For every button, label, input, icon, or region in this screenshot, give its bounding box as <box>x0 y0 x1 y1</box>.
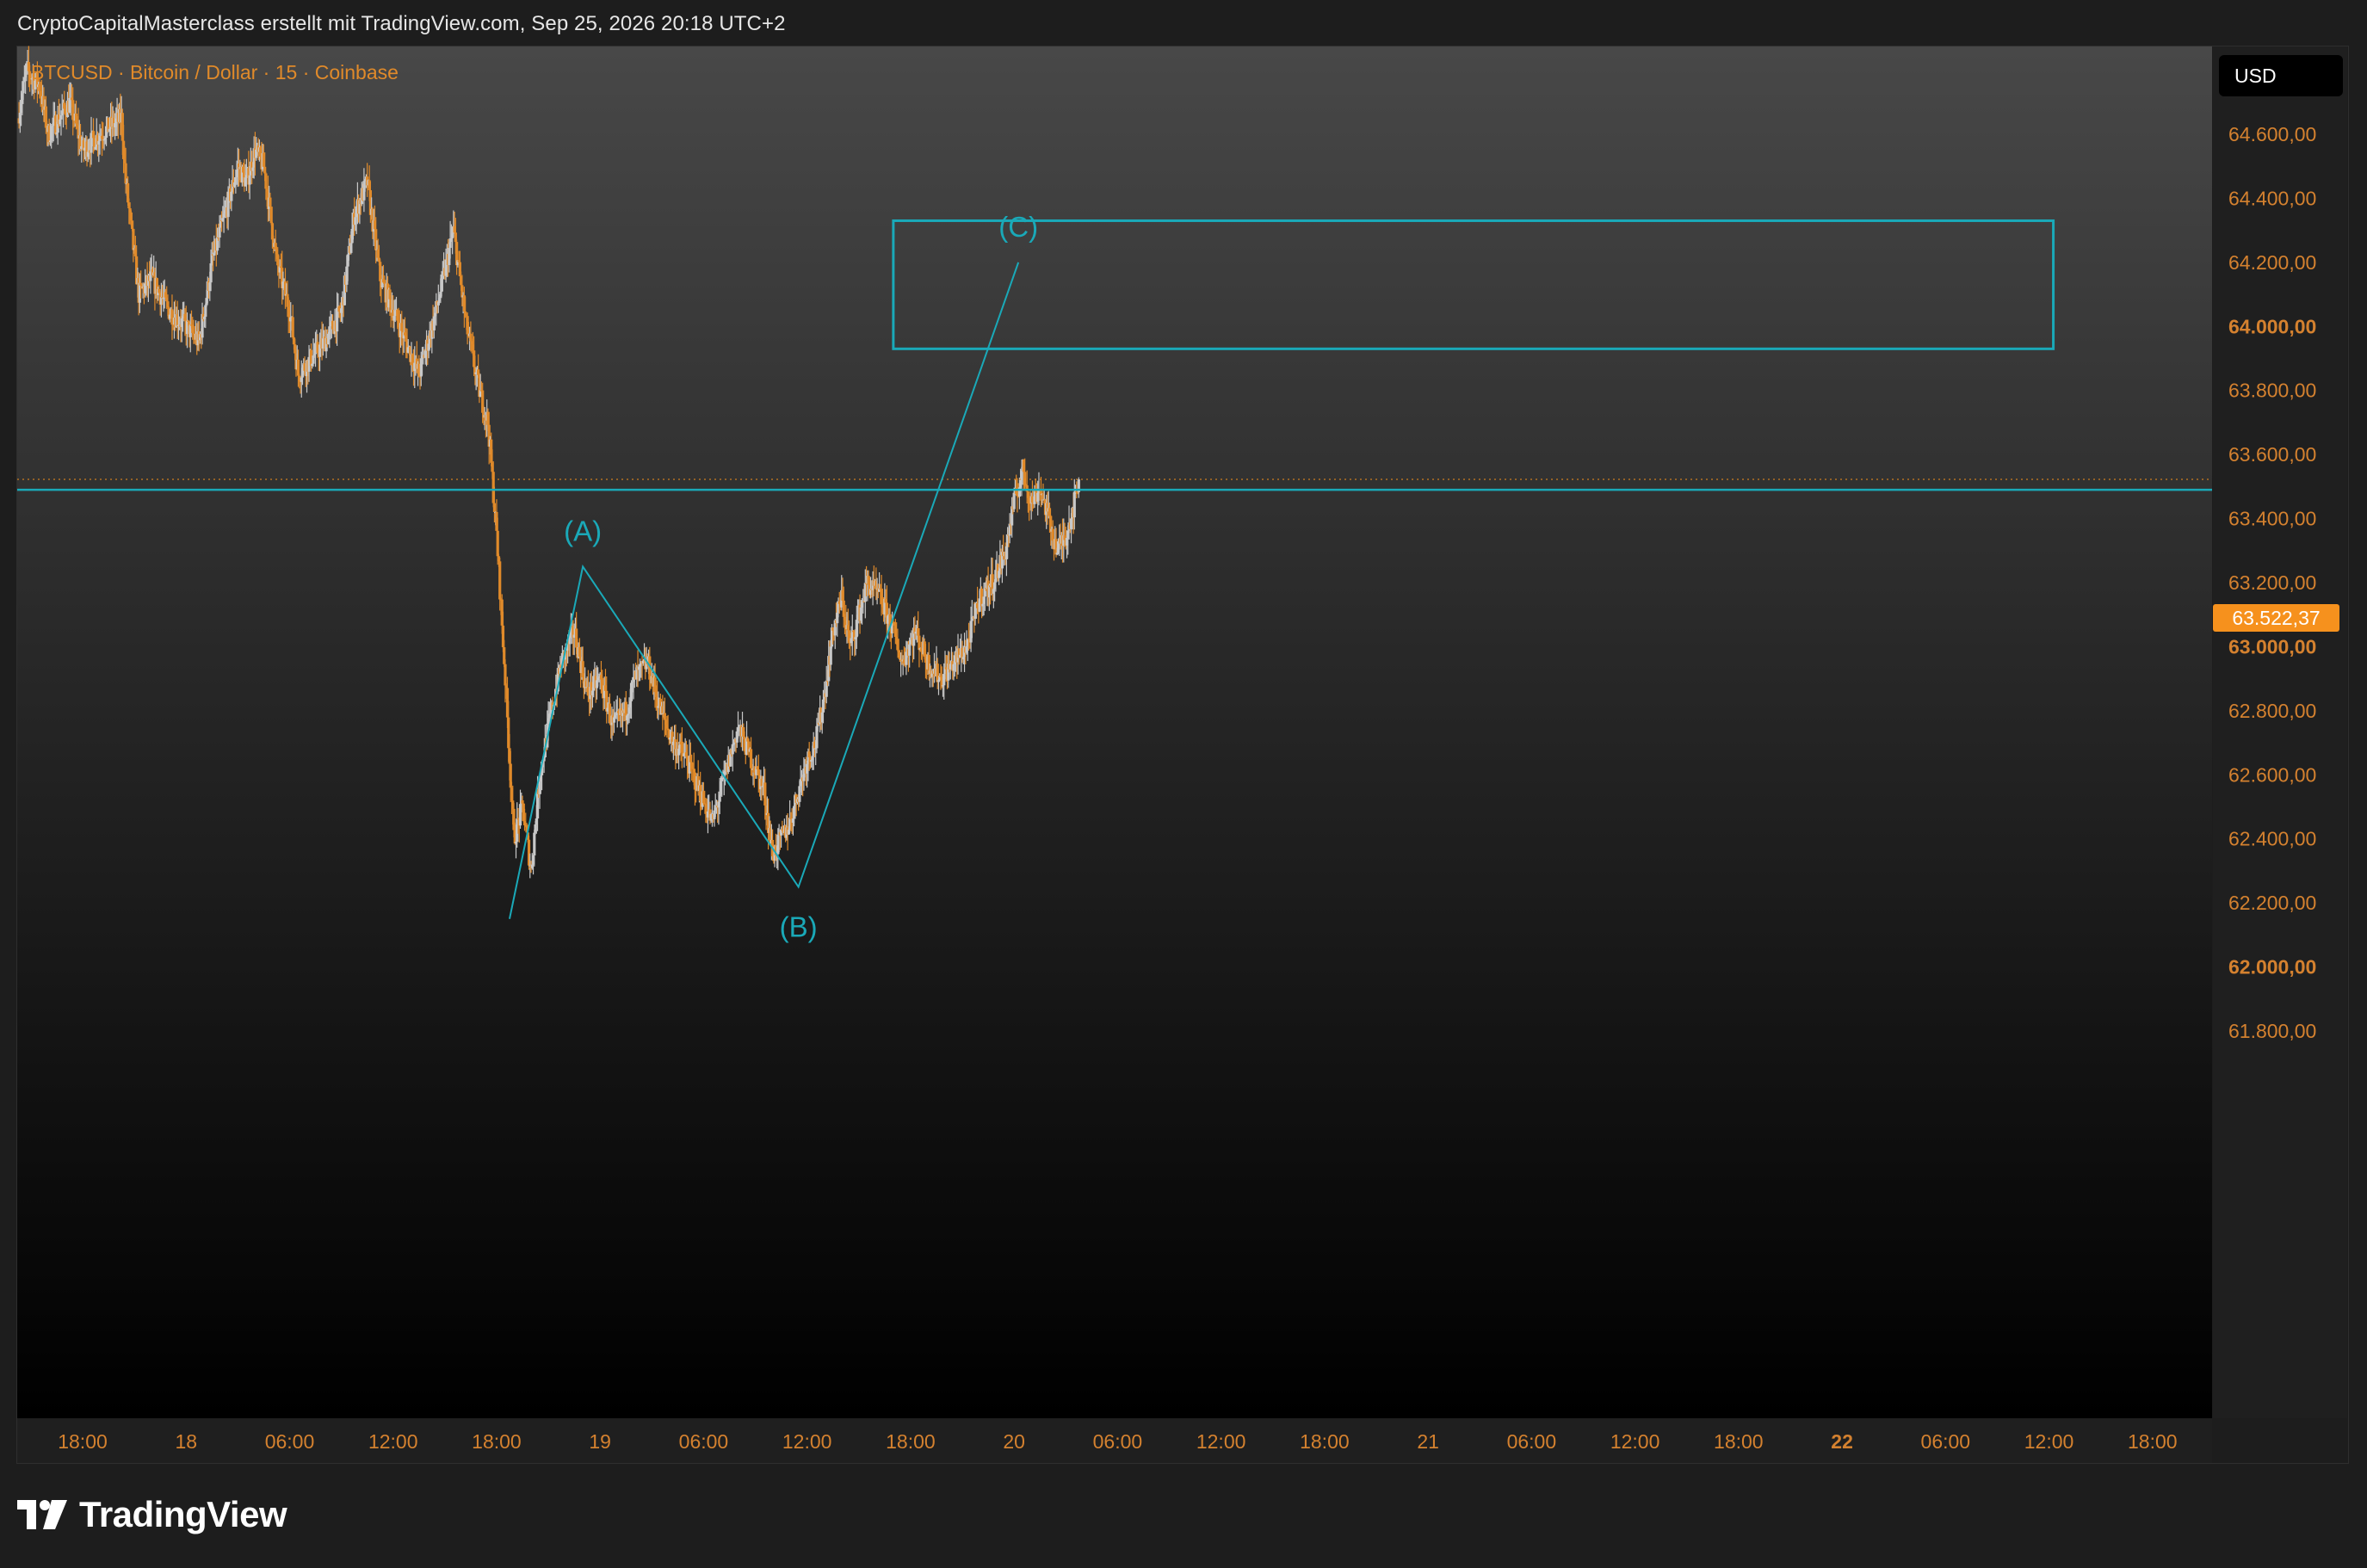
time-tick-label: 18:00 <box>472 1430 522 1453</box>
time-tick-label: 12:00 <box>782 1430 832 1453</box>
candle-body <box>291 317 294 338</box>
price-tick-label: 62.400,00 <box>2228 828 2316 850</box>
price-tick-label: 62.200,00 <box>2228 892 2316 914</box>
price-tick-label: 63.600,00 <box>2228 443 2316 466</box>
time-tick-label: 06:00 <box>679 1430 729 1453</box>
price-tick-label: 62.600,00 <box>2228 763 2316 786</box>
price-axis: 64.600,00 64.400,00 64.200,00 64.000,00 63.8… <box>2228 123 2316 1042</box>
price-tick-label: 62.800,00 <box>2228 700 2316 722</box>
candle-body <box>1072 491 1076 518</box>
candle-body <box>264 173 268 189</box>
candle-body <box>349 243 353 253</box>
time-tick-label: 12:00 <box>2024 1430 2074 1453</box>
price-tick-label: 64.600,00 <box>2228 123 2316 145</box>
price-tick-label: 63.400,00 <box>2228 508 2316 530</box>
candle-body <box>731 744 734 755</box>
time-tick-label: 18:00 <box>1714 1430 1764 1453</box>
candle-body <box>521 800 524 804</box>
time-tick-label: 06:00 <box>1921 1430 1971 1453</box>
candle-body <box>131 220 134 229</box>
candle-body <box>248 175 251 185</box>
time-tick-label: 18:00 <box>886 1430 936 1453</box>
candle-body <box>1051 528 1054 541</box>
candle-body <box>218 227 221 238</box>
candle-body <box>296 359 300 376</box>
candle-body <box>209 262 213 283</box>
time-tick-label: 18 <box>175 1430 197 1453</box>
time-tick-label: 18:00 <box>2128 1430 2178 1453</box>
time-tick-label: 21 <box>1417 1430 1439 1453</box>
price-tick-label: 64.000,00 <box>2228 315 2316 337</box>
time-tick-label: 12:00 <box>1610 1430 1660 1453</box>
candle-body <box>757 769 760 776</box>
candle-body <box>1012 492 1016 509</box>
tradingview-wordmark: TradingView <box>79 1494 287 1534</box>
time-tick-label: 12:00 <box>368 1430 418 1453</box>
time-tick-label: 19 <box>589 1430 611 1453</box>
chart-canvas[interactable]: (A)(B)(C) 64.600,0064.400,0064.200,0064.… <box>0 0 2367 1568</box>
price-tick-label: 63.000,00 <box>2228 635 2316 657</box>
candle-body <box>59 114 63 120</box>
wave-label: (A) <box>564 515 602 546</box>
time-tick-label: 12:00 <box>1196 1430 1246 1453</box>
time-tick-label: 06:00 <box>265 1430 315 1453</box>
candle-body <box>908 644 912 656</box>
time-tick-label: 18:00 <box>1300 1430 1350 1453</box>
time-tick-label: 20 <box>1003 1430 1025 1453</box>
candle-body <box>1023 472 1027 485</box>
candle-body <box>129 212 133 221</box>
candle-body <box>498 561 502 600</box>
candle-body <box>533 832 536 856</box>
time-tick-label: 06:00 <box>1507 1430 1557 1453</box>
price-tick-label: 61.800,00 <box>2228 1020 2316 1042</box>
last-price-tag: 63.522,37 <box>2213 604 2339 632</box>
price-tick-label: 63.800,00 <box>2228 380 2316 402</box>
candle-body <box>22 81 25 94</box>
currency-button[interactable]: USD <box>2219 55 2343 96</box>
price-tick-label: 63.200,00 <box>2228 571 2316 594</box>
price-tick-label: 64.400,00 <box>2228 187 2316 209</box>
candle-body <box>269 197 272 207</box>
price-tick-label: 62.000,00 <box>2228 956 2316 978</box>
time-tick-label: 22 <box>1831 1430 1853 1453</box>
time-tick-label: 06:00 <box>1093 1430 1143 1453</box>
candle-body <box>496 530 499 557</box>
wave-label: (C) <box>998 211 1038 243</box>
tradingview-logo[interactable]: TradingView <box>17 1494 287 1535</box>
chart-background <box>17 46 2212 1418</box>
tradingview-logo-icon <box>17 1500 67 1529</box>
candle-body <box>663 713 666 720</box>
price-tick-label: 64.200,00 <box>2228 251 2316 274</box>
wave-label: (B) <box>780 911 818 943</box>
symbol-legend[interactable]: BTCUSD · Bitcoin / Dollar · 15 · Coinbas… <box>31 61 399 84</box>
candle-body <box>1048 508 1052 516</box>
candle-body <box>269 207 273 224</box>
candle-body <box>504 664 507 686</box>
candle-body <box>829 646 832 665</box>
time-tick-label: 18:00 <box>58 1430 108 1453</box>
candle-body <box>492 503 497 512</box>
